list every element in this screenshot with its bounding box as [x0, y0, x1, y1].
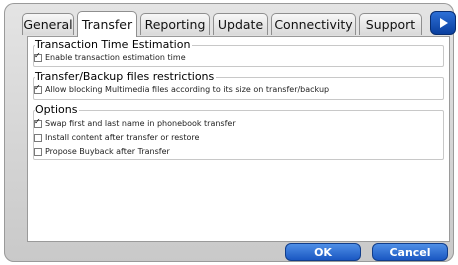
ok-button[interactable]: OK	[285, 243, 361, 261]
play-right-icon	[440, 18, 448, 28]
checkbox[interactable]	[34, 83, 42, 94]
checkbox[interactable]	[34, 147, 42, 156]
tab-label: Transfer	[81, 17, 133, 32]
tab-general[interactable]: General	[22, 13, 74, 35]
option-install-content[interactable]: Install content after transfer or restor…	[34, 133, 199, 142]
checkbox[interactable]	[34, 133, 42, 142]
option-label: Install content after transfer or restor…	[45, 133, 200, 142]
section-title-restrictions: Transfer/Backup files restrictions	[35, 70, 217, 83]
section-title-time-estimation: Transaction Time Estimation	[35, 38, 193, 51]
option-label: Swap first and last name in phonebook tr…	[45, 119, 236, 128]
tab-support[interactable]: Support	[359, 13, 422, 35]
option-label: Propose Buyback after Transfer	[45, 147, 170, 156]
checkbox[interactable]	[34, 51, 42, 62]
tab-label: Connectivity	[274, 17, 353, 32]
tab-label: Support	[365, 17, 416, 32]
cancel-button[interactable]: Cancel	[372, 243, 448, 261]
section-title-options: Options	[35, 103, 80, 116]
settings-window: General Transfer Reporting Update Connec…	[4, 3, 456, 262]
option-swap-names[interactable]: Swap first and last name in phonebook tr…	[34, 117, 236, 128]
option-enable-estimation[interactable]: Enable transaction estimation time	[34, 51, 186, 62]
option-allow-blocking-multimedia[interactable]: Allow blocking Multimedia files accordin…	[34, 83, 330, 94]
checkbox[interactable]	[34, 117, 42, 128]
tab-connectivity[interactable]: Connectivity	[271, 13, 356, 35]
option-label: Enable transaction estimation time	[45, 53, 186, 62]
transfer-panel: Transaction Time Estimation Enable trans…	[27, 36, 450, 242]
tab-label: Reporting	[144, 17, 206, 32]
tab-reporting[interactable]: Reporting	[140, 13, 210, 35]
tab-scroll-right-button[interactable]	[430, 11, 456, 35]
tab-bar: General Transfer Reporting Update Connec…	[22, 11, 456, 37]
tab-label: Update	[217, 17, 264, 32]
tab-label: General	[23, 17, 73, 32]
option-label: Allow blocking Multimedia files accordin…	[45, 85, 330, 94]
option-propose-buyback[interactable]: Propose Buyback after Transfer	[34, 147, 170, 156]
tab-update[interactable]: Update	[213, 13, 268, 35]
tab-transfer[interactable]: Transfer	[77, 11, 137, 37]
dialog-footer: OK Cancel	[27, 242, 450, 262]
